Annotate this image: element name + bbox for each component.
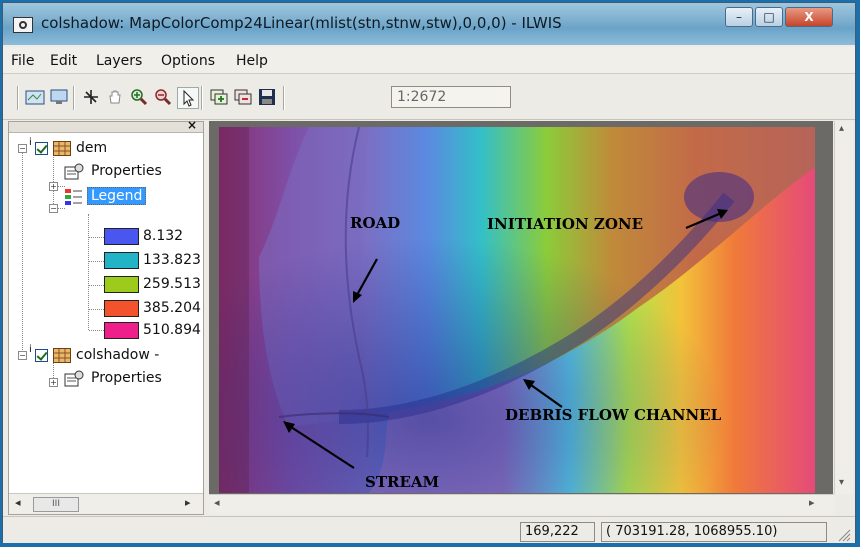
collapse-toggle[interactable]: −	[49, 204, 58, 213]
annotation-stream: STREAM	[365, 473, 440, 491]
properties-icon	[64, 163, 84, 185]
layer-name-colshadow[interactable]: colshadow -	[76, 347, 159, 363]
collapse-toggle[interactable]: −	[18, 144, 27, 153]
toolbar-grip	[17, 86, 19, 110]
toolbar-separator	[73, 86, 75, 110]
open-map-icon[interactable]	[25, 87, 45, 107]
menu-bar: File Edit Layers Options Help	[3, 47, 855, 74]
layer-visibility-checkbox[interactable]	[35, 349, 48, 362]
raster-map-icon	[53, 348, 71, 367]
pixel-position: 169,222	[520, 522, 595, 542]
expand-toggle[interactable]: +	[49, 182, 58, 191]
toolbar-separator	[201, 86, 203, 110]
legend-swatch	[104, 228, 139, 245]
menu-options[interactable]: Options	[161, 53, 215, 69]
properties-icon	[64, 370, 84, 392]
toolbar: 1:2672	[3, 74, 855, 120]
scroll-down-arrow-icon[interactable]: ▾	[839, 477, 844, 488]
scroll-right-arrow-icon[interactable]: ▸	[809, 496, 815, 509]
tree-line	[89, 261, 104, 262]
layer-tree-pane: × − i dem + Properties − Legend 8.132 13…	[8, 118, 204, 515]
legend-swatch	[104, 276, 139, 293]
scroll-thumb[interactable]: III	[33, 497, 79, 512]
properties-label[interactable]: Properties	[91, 163, 162, 179]
menu-file[interactable]: File	[11, 53, 34, 69]
pan-hand-icon[interactable]	[105, 87, 125, 107]
pane-close-button[interactable]: ×	[187, 118, 197, 132]
map-view[interactable]: ROAD INITIATION ZONE DEBRIS FLOW CHANNEL…	[209, 121, 833, 494]
remove-layer-icon[interactable]	[233, 87, 253, 107]
legend-swatch	[104, 252, 139, 269]
app-window: colshadow: MapColorComp24Linear(mlist(st…	[2, 2, 856, 543]
map-vertical-scrollbar[interactable]: ▴ ▾	[834, 121, 853, 494]
collapse-toggle[interactable]: −	[18, 351, 27, 360]
tree-line	[89, 330, 104, 331]
map-coordinates: ( 703191.28, 1068955.10)	[601, 522, 827, 542]
tree-line	[53, 152, 54, 210]
zoom-out-icon[interactable]	[153, 87, 173, 107]
annotation-initiation-zone: INITIATION ZONE	[487, 215, 644, 233]
legend-value: 8.132	[143, 228, 184, 244]
save-icon[interactable]	[257, 87, 277, 107]
status-bar: 169,222 ( 703191.28, 1068955.10)	[3, 516, 855, 543]
legend-value: 510.894	[143, 322, 201, 338]
pane-header: ×	[9, 118, 203, 133]
legend-value: 133.823	[143, 252, 201, 268]
scale-field[interactable]: 1:2672	[391, 86, 511, 108]
resize-grip-icon[interactable]	[837, 527, 851, 546]
select-pointer-icon[interactable]	[177, 87, 199, 109]
scroll-up-arrow-icon[interactable]: ▴	[839, 123, 844, 134]
close-button[interactable]: X	[785, 7, 833, 27]
tree-line	[88, 214, 89, 330]
scroll-left-arrow-icon[interactable]: ◂	[15, 496, 21, 509]
minimize-button[interactable]: –	[725, 7, 753, 27]
annotation-debris-flow-channel: DEBRIS FLOW CHANNEL	[505, 406, 722, 424]
tree-line	[22, 148, 23, 354]
window-title: colshadow: MapColorComp24Linear(mlist(st…	[41, 14, 562, 32]
layer-visibility-checkbox[interactable]	[35, 142, 48, 155]
scroll-left-arrow-icon[interactable]: ◂	[214, 496, 220, 509]
annotation-road: ROAD	[350, 214, 401, 232]
measure-icon[interactable]	[81, 87, 101, 107]
app-icon[interactable]	[13, 17, 33, 33]
layer-name-dem[interactable]: dem	[76, 140, 107, 156]
menu-help[interactable]: Help	[236, 53, 268, 69]
raster-map-icon	[53, 141, 71, 160]
legend-value: 385.204	[143, 300, 201, 316]
properties-label[interactable]: Properties	[91, 370, 162, 386]
legend-swatch	[104, 322, 139, 339]
info-marker: i	[29, 344, 32, 355]
expand-toggle[interactable]: +	[49, 378, 58, 387]
zoom-in-icon[interactable]	[129, 87, 149, 107]
legend-label[interactable]: Legend	[87, 187, 147, 205]
add-layer-icon[interactable]	[209, 87, 229, 107]
maximize-button[interactable]: □	[755, 7, 783, 27]
legend-swatch	[104, 300, 139, 317]
legend-icon	[64, 188, 84, 210]
display-icon[interactable]	[49, 87, 69, 107]
scroll-right-arrow-icon[interactable]: ▸	[185, 496, 191, 509]
map-image[interactable]: ROAD INITIATION ZONE DEBRIS FLOW CHANNEL…	[219, 127, 815, 493]
map-horizontal-scrollbar[interactable]: ◂ ▸	[209, 494, 834, 514]
info-marker: i	[29, 137, 32, 148]
tree-line	[89, 285, 104, 286]
tree-line	[89, 237, 104, 238]
legend-value: 259.513	[143, 276, 201, 292]
menu-layers[interactable]: Layers	[96, 53, 142, 69]
tree-line	[89, 309, 104, 310]
toolbar-separator	[283, 86, 285, 110]
menu-edit[interactable]: Edit	[50, 53, 77, 69]
pane-horizontal-scrollbar[interactable]: ◂ III ▸	[9, 493, 203, 514]
title-bar[interactable]: colshadow: MapColorComp24Linear(mlist(st…	[3, 3, 855, 45]
